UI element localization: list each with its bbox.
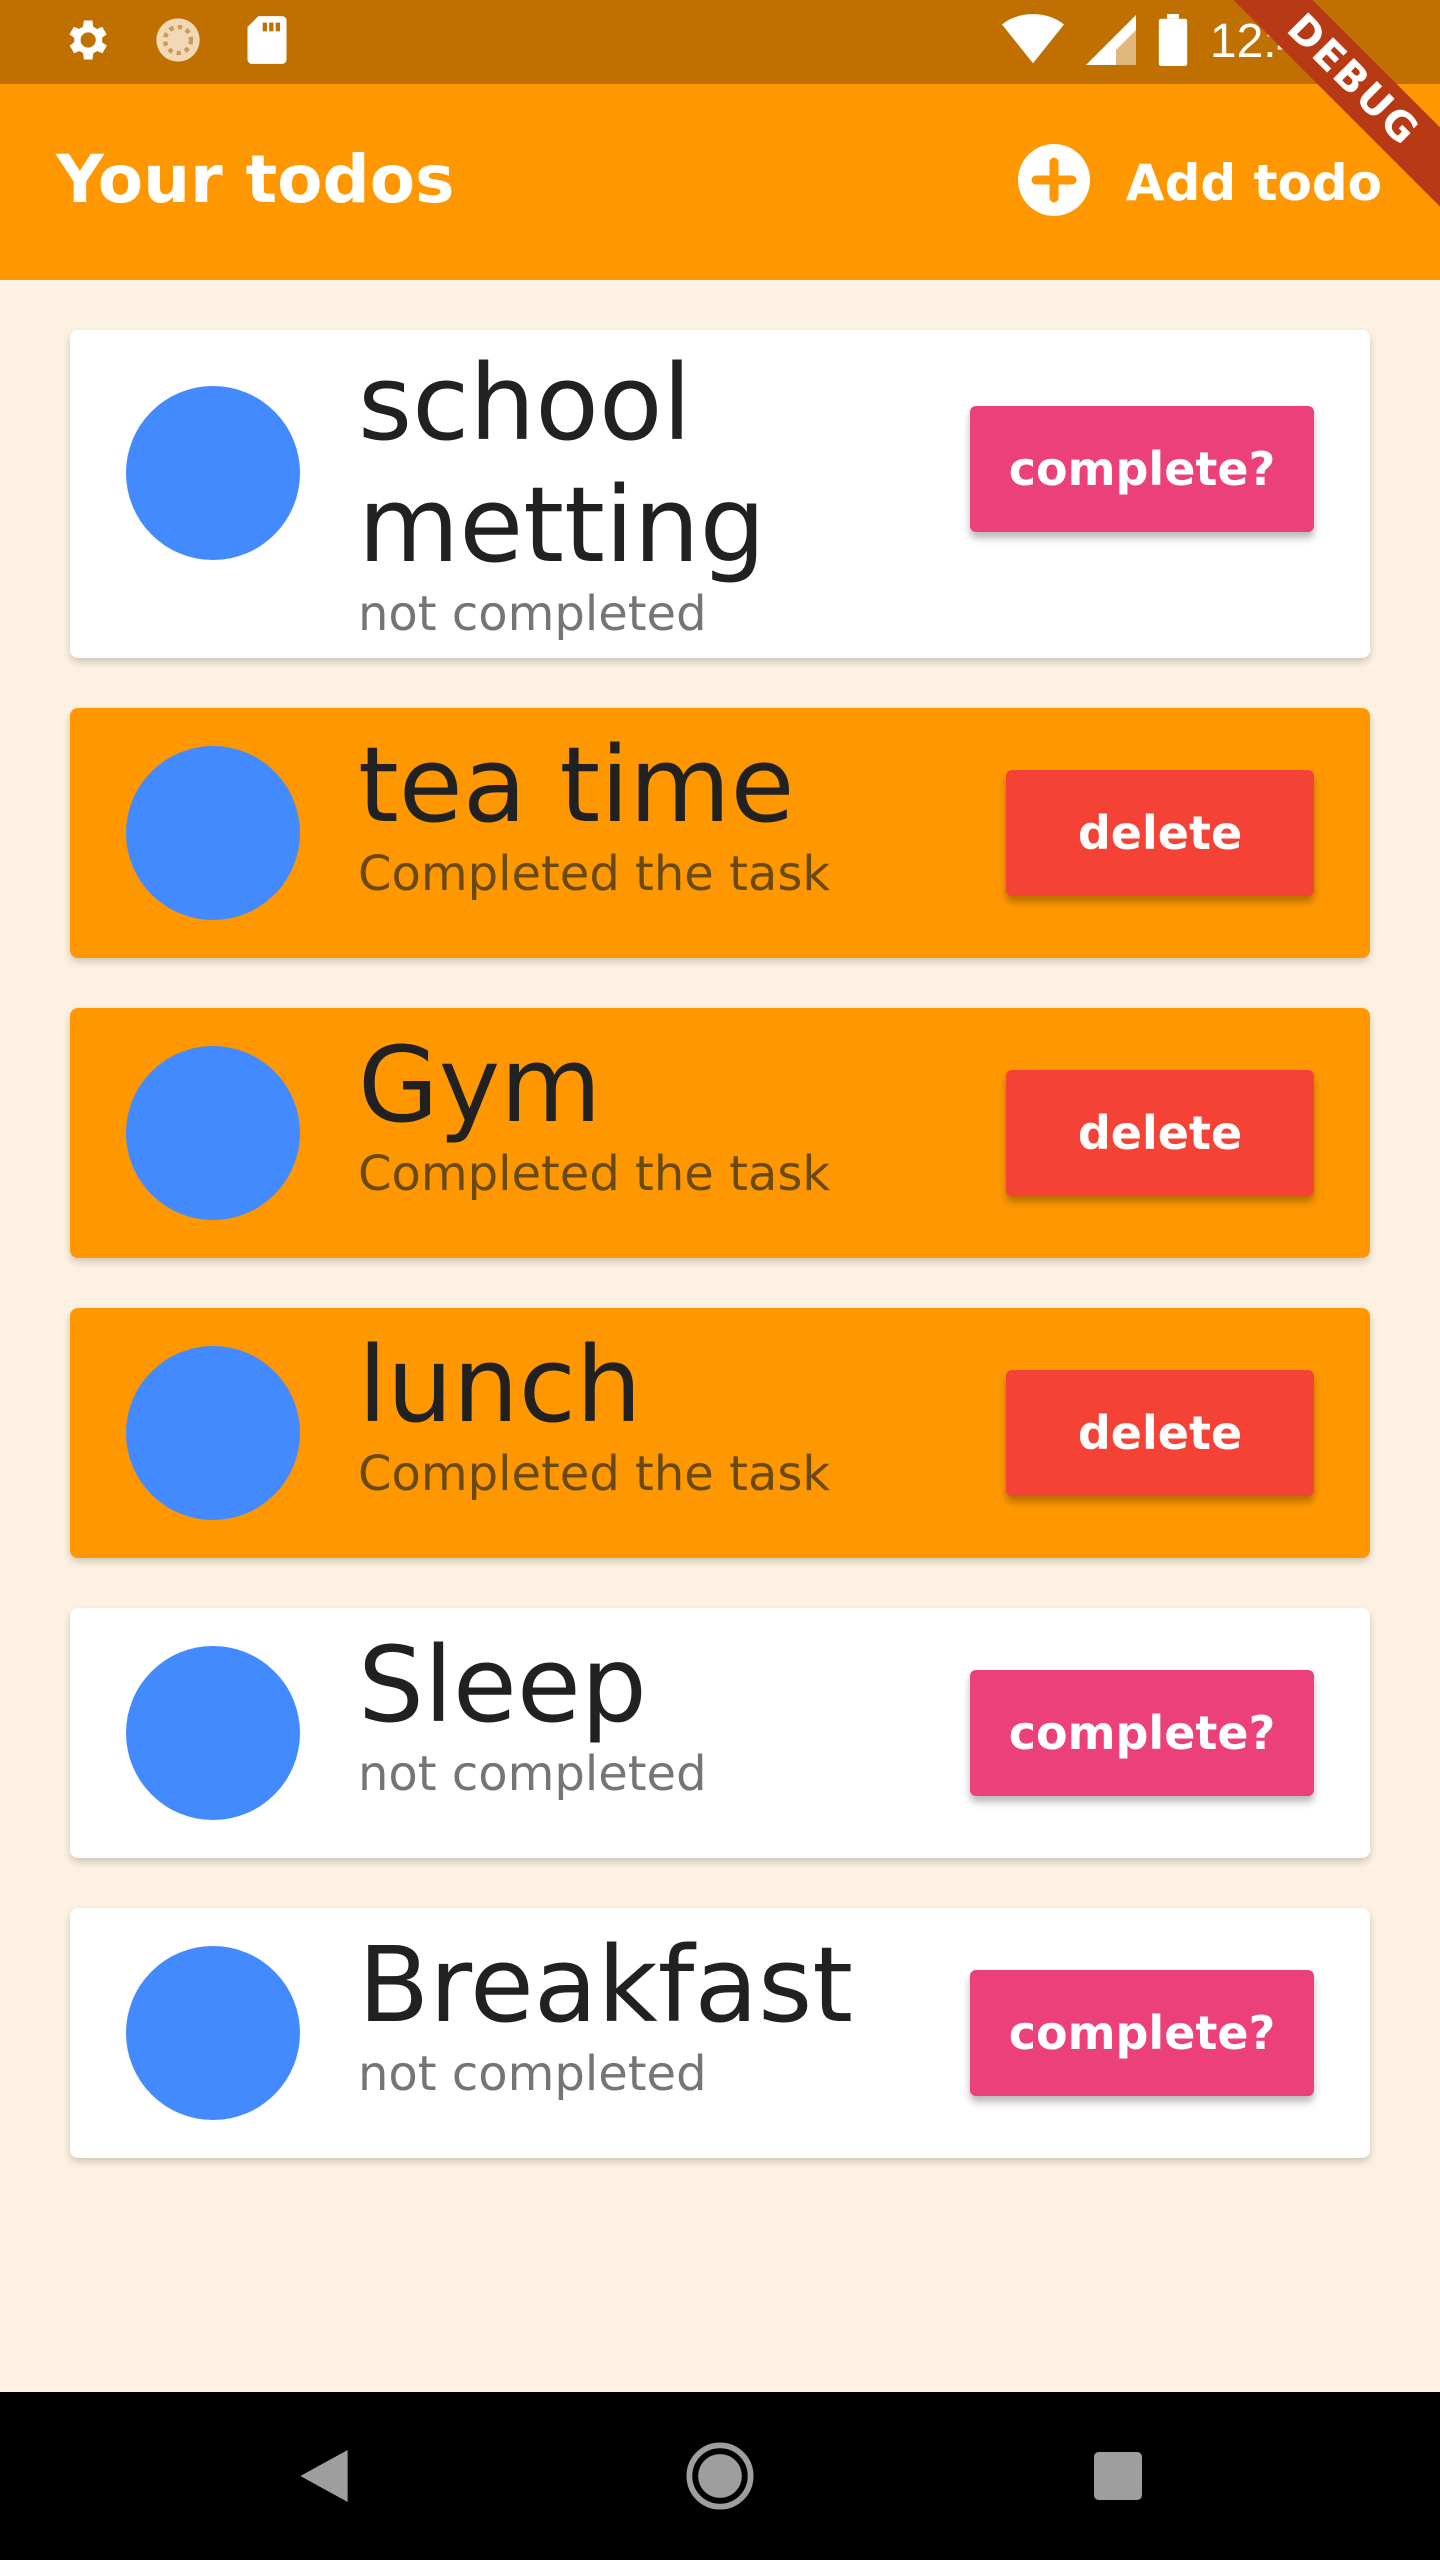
todo-text: Gym Completed the task: [358, 1024, 830, 1202]
signal-icon: [1085, 14, 1136, 71]
todo-status: Completed the task: [358, 846, 831, 902]
page-title: Your todos: [56, 141, 455, 218]
todo-avatar: [126, 1346, 300, 1520]
todo-card: Sleep not completed complete?: [70, 1608, 1370, 1858]
todo-status: not completed: [358, 1746, 707, 1802]
status-left-icons: [60, 14, 290, 71]
todo-card: Breakfast not completed complete?: [70, 1908, 1370, 2158]
add-todo-button[interactable]: Add todo: [1017, 144, 1382, 221]
todo-card: lunch Completed the task delete: [70, 1308, 1370, 1558]
app-bar: Your todos Add todo: [0, 84, 1440, 280]
todo-card: Gym Completed the task delete: [70, 1008, 1370, 1258]
delete-button[interactable]: delete: [1006, 1370, 1314, 1496]
todo-card: tea time Completed the task delete: [70, 708, 1370, 958]
todo-avatar: [126, 1046, 300, 1220]
todo-title: school metting: [358, 342, 766, 586]
todo-avatar: [126, 1946, 300, 2120]
sd-card-icon: [244, 14, 290, 71]
todo-card: school metting not completed complete?: [70, 330, 1370, 658]
todo-avatar: [126, 386, 300, 560]
recents-icon[interactable]: [1078, 2436, 1158, 2516]
battery-icon: [1158, 13, 1188, 71]
todo-status: Completed the task: [358, 1446, 831, 1502]
todo-status: Completed the task: [358, 1146, 831, 1202]
sync-icon: [152, 14, 204, 71]
todo-title: Gym: [358, 1024, 602, 1146]
todo-title: Breakfast: [358, 1924, 854, 2046]
todo-list: school metting not completed complete? t…: [70, 330, 1370, 2208]
todo-title: lunch: [358, 1324, 642, 1446]
add-todo-label: Add todo: [1125, 153, 1382, 212]
todo-avatar: [126, 746, 300, 920]
todo-text: Sleep not completed: [358, 1624, 707, 1802]
todo-text: tea time Completed the task: [358, 724, 830, 902]
complete-button[interactable]: complete?: [970, 1970, 1314, 2096]
status-bar: 12:44: [0, 0, 1440, 84]
wifi-icon: [1001, 13, 1064, 71]
todo-text: Breakfast not completed: [358, 1924, 853, 2102]
todo-title: tea time: [358, 724, 795, 846]
todo-status: not completed: [358, 2046, 707, 2102]
todo-title: Sleep: [358, 1624, 647, 1746]
home-icon[interactable]: [680, 2436, 760, 2516]
complete-button[interactable]: complete?: [970, 1670, 1314, 1796]
todo-text: school metting not completed: [358, 342, 918, 642]
complete-button[interactable]: complete?: [970, 406, 1314, 532]
todo-status: not completed: [358, 586, 707, 642]
navigation-bar: [0, 2392, 1440, 2560]
back-icon[interactable]: [284, 2436, 364, 2516]
todo-text: lunch Completed the task: [358, 1324, 830, 1502]
delete-button[interactable]: delete: [1006, 770, 1314, 896]
gear-icon: [60, 14, 112, 71]
add-circle-icon: [1017, 144, 1090, 221]
delete-button[interactable]: delete: [1006, 1070, 1314, 1196]
todo-avatar: [126, 1646, 300, 1820]
